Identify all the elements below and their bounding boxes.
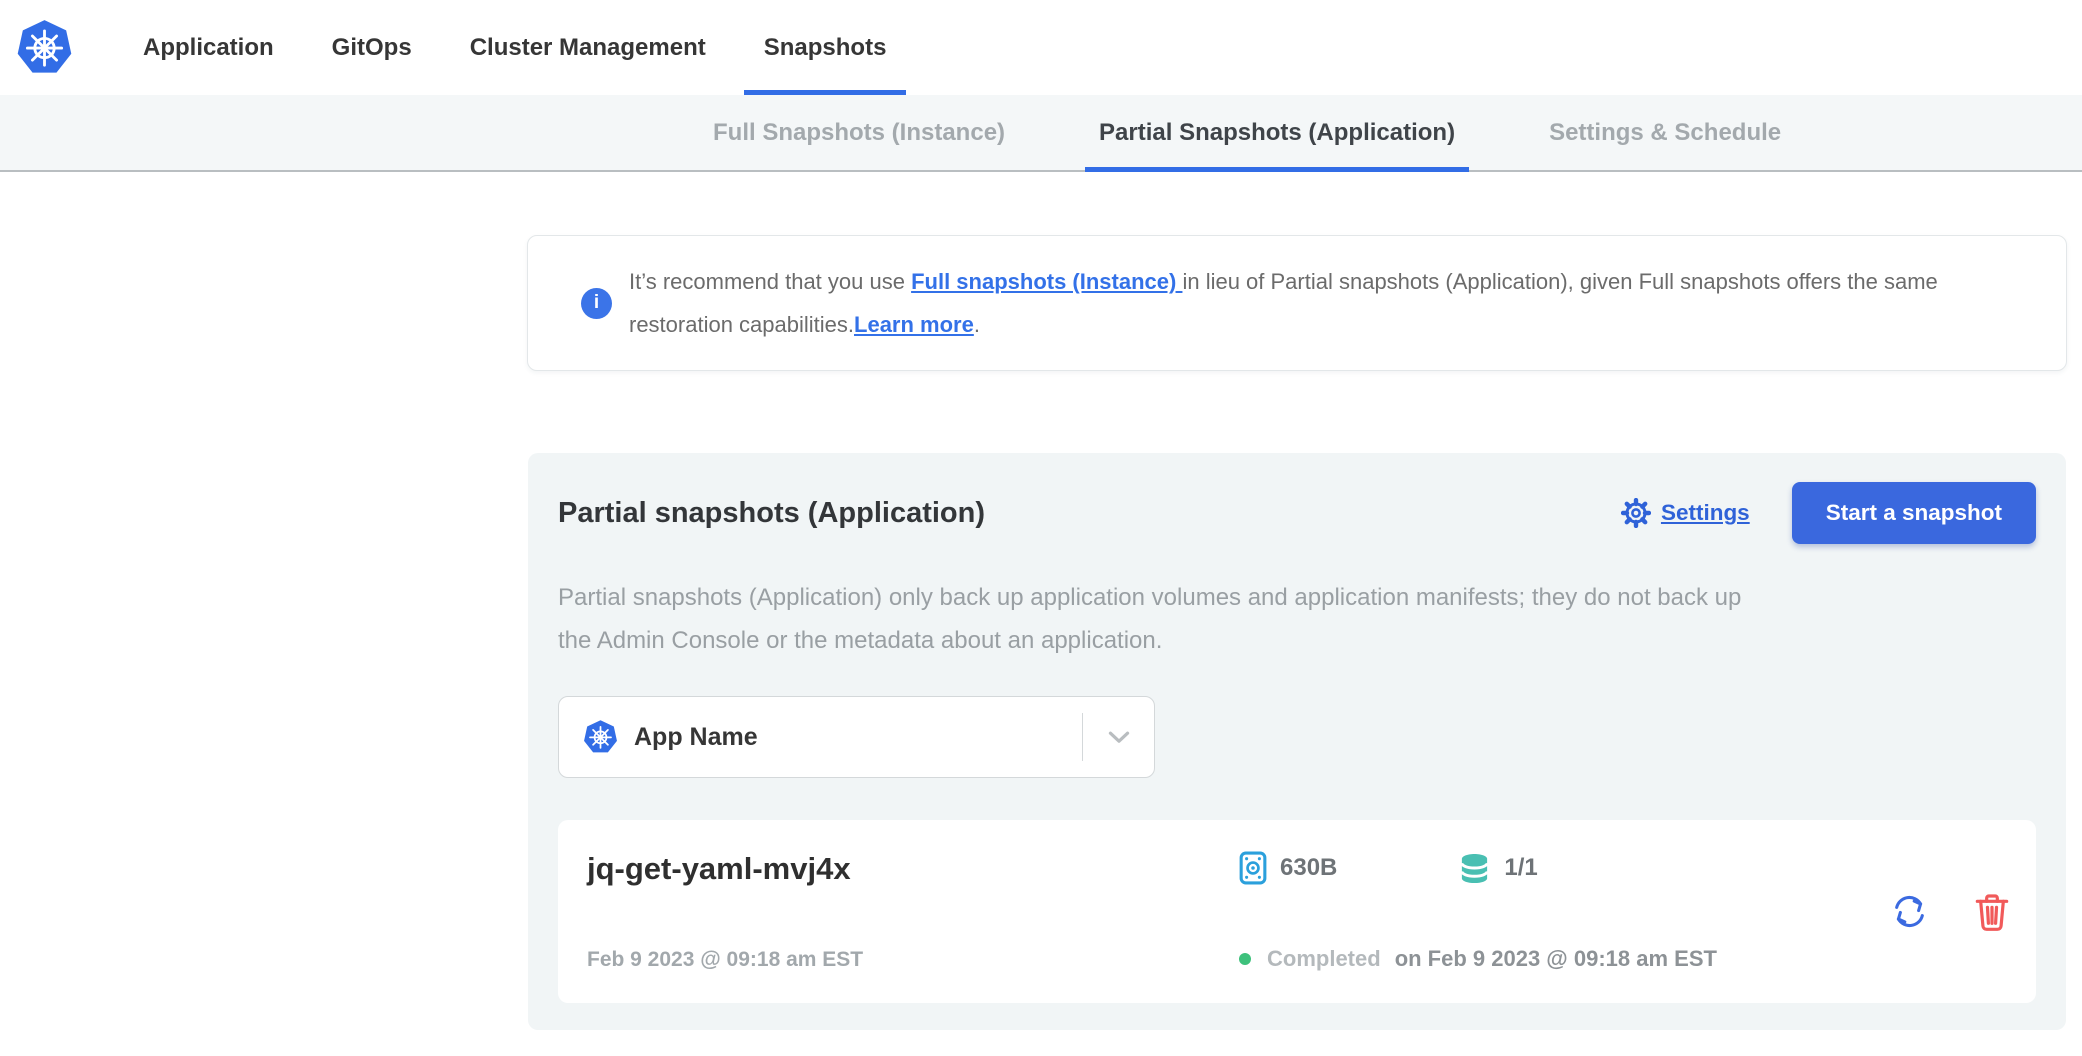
gear-icon — [1621, 498, 1651, 528]
info-banner: i It’s recommend that you use Full snaps… — [527, 235, 2067, 371]
nav-cluster-management[interactable]: Cluster Management — [450, 0, 726, 95]
app-kubernetes-icon — [583, 719, 618, 755]
panel-description-line1: Partial snapshots (Application) only bac… — [558, 576, 2036, 619]
nav-snapshots[interactable]: Snapshots — [744, 0, 907, 95]
snapshot-name: jq-get-yaml-mvj4x — [587, 851, 1239, 887]
panel-description: Partial snapshots (Application) only bac… — [558, 576, 2036, 662]
snapshot-actions — [1889, 851, 2010, 972]
snapshot-status-line: Completed on Feb 9 2023 @ 09:18 am EST — [1239, 946, 1717, 972]
database-icon — [1458, 852, 1491, 885]
main-nav: Application GitOps Cluster Management Sn… — [123, 0, 924, 95]
settings-label: Settings — [1661, 500, 1750, 526]
snapshot-status: Completed — [1267, 946, 1381, 972]
nav-gitops[interactable]: GitOps — [312, 0, 432, 95]
nav-application[interactable]: Application — [123, 0, 294, 95]
snapshot-row: jq-get-yaml-mvj4x Feb 9 2023 @ 09:18 am … — [558, 820, 2036, 1003]
info-banner-text: It’s recommend that you use Full snapsho… — [629, 260, 2036, 346]
learn-more-link[interactable]: Learn more — [854, 312, 974, 337]
panel-title: Partial snapshots (Application) — [558, 497, 1621, 530]
snapshot-volumes-group: 1/1 — [1458, 852, 1537, 885]
snapshot-created-timestamp: Feb 9 2023 @ 09:18 am EST — [587, 948, 1239, 972]
chevron-down-icon[interactable] — [1083, 731, 1154, 744]
status-dot-icon — [1239, 953, 1251, 965]
info-icon: i — [581, 288, 612, 319]
panel-description-line2: the Admin Console or the metadata about … — [558, 619, 2036, 662]
disk-size-icon — [1239, 851, 1267, 885]
info-text-end: . — [974, 312, 980, 337]
restore-snapshot-icon[interactable] — [1889, 891, 1930, 932]
full-snapshots-instance-link[interactable]: Full snapshots (Instance) — [911, 269, 1182, 294]
snapshot-volumes: 1/1 — [1504, 854, 1537, 882]
app-selector-value: App Name — [634, 723, 758, 752]
snapshot-size: 630B — [1280, 854, 1337, 882]
tab-settings-schedule[interactable]: Settings & Schedule — [1535, 95, 1795, 170]
top-navigation: Application GitOps Cluster Management Sn… — [0, 0, 2082, 95]
delete-snapshot-icon[interactable] — [1974, 892, 2010, 932]
tab-full-snapshots-instance[interactable]: Full Snapshots (Instance) — [699, 95, 1019, 170]
snapshot-metrics: 630B 1/1 — [1239, 851, 1717, 885]
snapshot-details: 630B 1/1 Completed — [1239, 851, 1717, 972]
snapshot-identity: jq-get-yaml-mvj4x Feb 9 2023 @ 09:18 am … — [587, 851, 1239, 972]
start-snapshot-button[interactable]: Start a snapshot — [1792, 482, 2036, 544]
tab-partial-snapshots-application[interactable]: Partial Snapshots (Application) — [1085, 95, 1469, 170]
settings-link[interactable]: Settings — [1621, 498, 1750, 528]
page: { "colors": { "primary_blue": "#326de6",… — [0, 0, 2082, 1056]
panel-header: Partial snapshots (Application) — [558, 481, 2036, 545]
snapshot-status-timestamp: on Feb 9 2023 @ 09:18 am EST — [1395, 946, 1717, 972]
app-name-selector[interactable]: App Name — [558, 696, 1155, 778]
content-area: i It’s recommend that you use Full snaps… — [0, 172, 2082, 1030]
kubernetes-logo-icon — [16, 18, 73, 77]
partial-snapshots-panel: Partial snapshots (Application) — [528, 453, 2066, 1030]
snapshots-tabbar: Full Snapshots (Instance) Partial Snapsh… — [0, 95, 2082, 172]
info-text-start: It’s recommend that you use — [629, 269, 911, 294]
